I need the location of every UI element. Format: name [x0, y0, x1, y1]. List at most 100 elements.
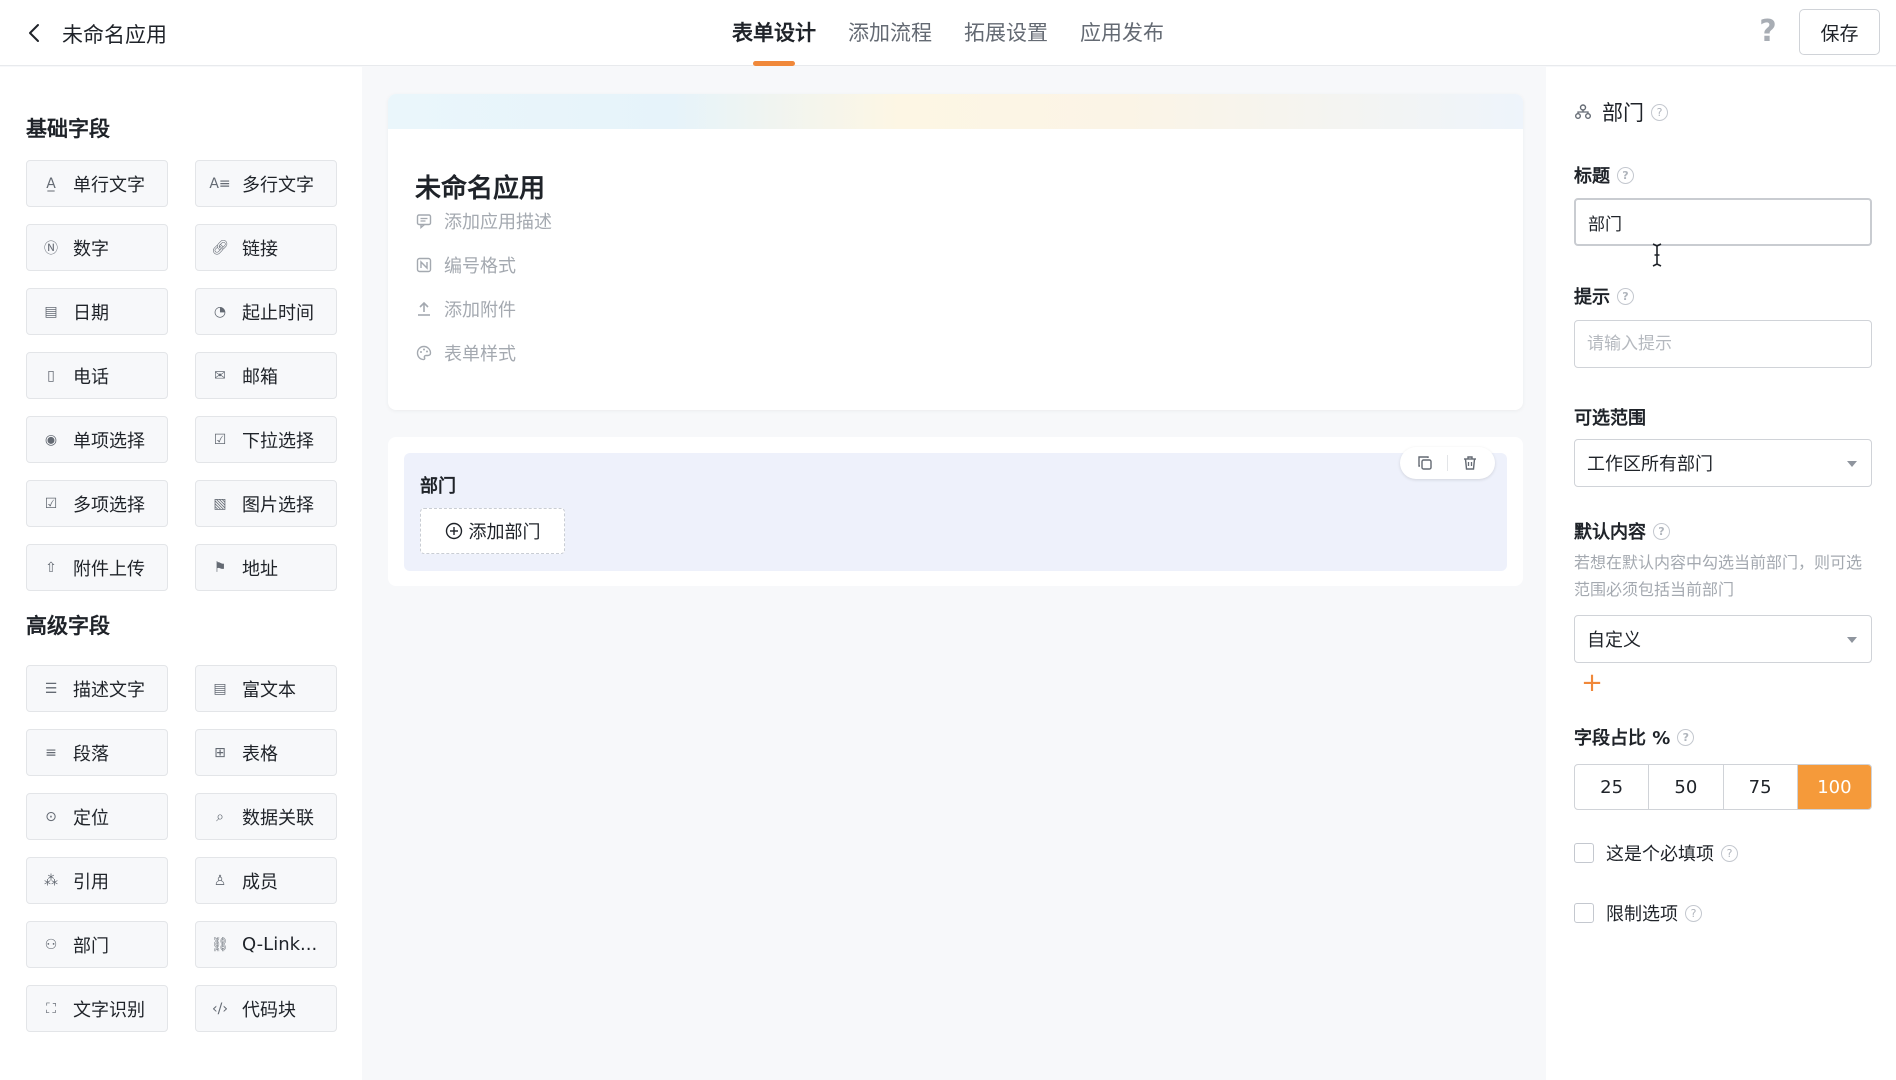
ocr-icon: ⛶ [46, 1000, 56, 1017]
add-default-plus-icon[interactable]: + [1580, 670, 1604, 696]
palette-field-phone[interactable]: ▯ 电话 [26, 352, 168, 399]
default-label-row: 默认内容 ? [1574, 518, 1670, 544]
palette-field-dropdown[interactable]: ☑ 下拉选择 [195, 416, 337, 463]
palette-field-number[interactable]: Ⓝ 数字 [26, 224, 168, 271]
range-value: 工作区所有部门 [1587, 454, 1713, 475]
question-icon[interactable]: ? [1685, 904, 1702, 922]
palette-field-text-line[interactable]: A̲ 单行文字 [26, 160, 168, 207]
caret-down-icon [1847, 637, 1857, 643]
palette-field-time-range[interactable]: ◔ 起止时间 [195, 288, 337, 335]
required-checkbox-row[interactable]: 这是个必填项 ? [1574, 840, 1738, 866]
palette-field-label: 定位 [73, 807, 109, 829]
add-attachment-link[interactable]: 添加附件 [415, 296, 516, 322]
department-field-label: 部门 [420, 476, 456, 497]
caret-down-icon [1847, 461, 1857, 467]
save-button[interactable]: 保存 [1799, 9, 1880, 55]
tab-app-publish[interactable]: 应用发布 [1080, 0, 1164, 66]
range-select[interactable]: 工作区所有部门 [1574, 439, 1872, 487]
palette-field-rich-text[interactable]: ▤ 富文本 [195, 665, 337, 712]
question-icon[interactable]: ? [1617, 166, 1634, 184]
advanced-fields-title: 高级字段 [26, 614, 110, 638]
hint-input[interactable] [1574, 320, 1872, 368]
palette-field-link[interactable]: 🔗︎ 链接 [195, 224, 337, 271]
comment-icon [415, 212, 433, 230]
text-cursor-icon [1652, 243, 1662, 267]
palette-field-table[interactable]: ⊞ 表格 [195, 729, 337, 776]
palette-field-label: 文字识别 [73, 999, 145, 1021]
question-icon[interactable]: ? [1617, 287, 1634, 305]
width-option-75[interactable]: 75 [1724, 765, 1798, 809]
palette-field-qlink[interactable]: ⛓︎ Q-Link... [195, 921, 337, 968]
palette-field-department[interactable]: ⚇ 部门 [26, 921, 168, 968]
required-label: 这是个必填项 [1606, 844, 1714, 865]
question-icon[interactable]: ? [1677, 728, 1695, 746]
palette-field-label: 段落 [73, 743, 109, 765]
add-description-link[interactable]: 添加应用描述 [415, 208, 552, 234]
palette-field-image[interactable]: ▧ 图片选择 [195, 480, 337, 527]
qlink-icon: ⛓︎ [211, 936, 229, 953]
palette-field-data-link[interactable]: ⌕ 数据关联 [195, 793, 337, 840]
palette-field-text-multiline[interactable]: A≡ 多行文字 [195, 160, 337, 207]
help-icon[interactable]: ? [1755, 16, 1781, 48]
tab-extension-settings[interactable]: 拓展设置 [964, 0, 1048, 66]
add-description-label: 添加应用描述 [444, 212, 552, 233]
limit-checkbox[interactable] [1574, 903, 1594, 923]
department-field-selected[interactable]: 部门 添加部门 [404, 447, 1507, 571]
tab-add-flow[interactable]: 添加流程 [848, 0, 932, 66]
palette-field-mail[interactable]: ✉︎ 邮箱 [195, 352, 337, 399]
palette-field-code[interactable]: ‹/› 代码块 [195, 985, 337, 1032]
number-format-label: 编号格式 [444, 256, 516, 277]
width-option-50[interactable]: 50 [1649, 765, 1724, 809]
width-option-100[interactable]: 100 [1797, 765, 1871, 809]
add-department-button[interactable]: 添加部门 [420, 508, 565, 554]
rich-text-icon: ▤ [213, 680, 227, 697]
form-style-link[interactable]: 表单样式 [415, 340, 516, 366]
limit-label: 限制选项 [1606, 904, 1678, 925]
palette-field-address[interactable]: ⚑ 地址 [195, 544, 337, 591]
palette-field-upload[interactable]: ⇧ 附件上传 [26, 544, 168, 591]
location-icon: ⊙ [45, 808, 57, 825]
question-icon[interactable]: ? [1651, 103, 1668, 121]
palette-field-label: 部门 [73, 935, 109, 957]
width-option-25[interactable]: 25 [1575, 765, 1650, 809]
palette-field-paragraph[interactable]: ≡ 段落 [26, 729, 168, 776]
range-label: 可选范围 [1574, 408, 1646, 429]
limit-checkbox-row[interactable]: 限制选项 ? [1574, 900, 1702, 926]
add-department-label: 添加部门 [468, 522, 541, 543]
required-checkbox[interactable] [1574, 843, 1594, 863]
department-field-card[interactable]: 部门 添加部门 [388, 437, 1523, 586]
data-link-icon: ⌕ [216, 808, 224, 825]
question-icon[interactable]: ? [1653, 522, 1670, 540]
palette-field-radio[interactable]: ◉ 单项选择 [26, 416, 168, 463]
copy-icon[interactable] [1413, 451, 1437, 475]
palette-field-description[interactable]: ☰ 描述文字 [26, 665, 168, 712]
hint-label-row: 提示 ? [1574, 283, 1634, 309]
hint-label: 提示 [1574, 287, 1610, 308]
palette-field-ocr[interactable]: ⛶ 文字识别 [26, 985, 168, 1032]
width-label: 字段占比 % [1574, 728, 1671, 749]
form-title[interactable]: 未命名应用 [415, 168, 545, 205]
question-icon[interactable]: ? [1721, 844, 1738, 862]
toolbar-divider [1447, 455, 1448, 471]
palette-field-location[interactable]: ⊙ 定位 [26, 793, 168, 840]
number-format-link[interactable]: 编号格式 [415, 252, 516, 278]
palette-field-label: 成员 [242, 871, 278, 893]
palette-field-label: 附件上传 [73, 558, 145, 580]
checkbox-icon: ☑ [44, 495, 58, 512]
field-toolbar [1400, 447, 1495, 479]
text-line-icon: A̲ [46, 175, 56, 192]
title-input[interactable] [1574, 198, 1872, 246]
mail-icon: ✉︎ [214, 367, 226, 384]
back-arrow-icon[interactable] [22, 20, 48, 46]
trash-icon[interactable] [1458, 451, 1482, 475]
palette-field-reference[interactable]: ⁂ 引用 [26, 857, 168, 904]
palette-field-member[interactable]: ♙ 成员 [195, 857, 337, 904]
default-select[interactable]: 自定义 [1574, 615, 1872, 663]
plus-circle-icon [445, 522, 463, 540]
palette-field-calendar[interactable]: ▤ 日期 [26, 288, 168, 335]
palette-field-checkbox[interactable]: ☑ 多项选择 [26, 480, 168, 527]
palette-field-label: 图片选择 [242, 494, 314, 516]
title-label-row: 标题 ? [1574, 162, 1634, 188]
tab-form-design[interactable]: 表单设计 [732, 0, 816, 66]
code-icon: ‹/› [212, 1000, 228, 1017]
